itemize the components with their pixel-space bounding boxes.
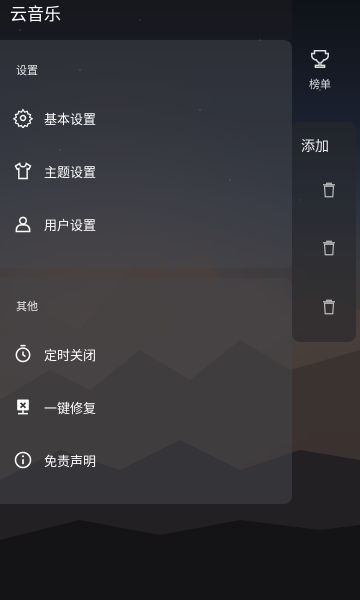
rank-label: 榜单 <box>309 78 331 91</box>
trophy-icon <box>311 50 329 68</box>
menu-item-label: 基本设置 <box>44 112 97 128</box>
navigation-drawer: 设置 基本设置 主题设置 用户设置 其他 定时关闭 一键修复 免责声明 <box>0 40 292 504</box>
timer-icon <box>12 343 34 365</box>
trash-icon[interactable] <box>320 180 338 200</box>
gear-icon <box>12 107 34 129</box>
add-button[interactable]: 添加 <box>301 136 329 156</box>
menu-item-label: 定时关闭 <box>44 348 97 364</box>
menu-item-label: 主题设置 <box>44 165 97 181</box>
menu-item-label: 免责声明 <box>44 454 97 470</box>
menu-item-theme-settings[interactable]: 主题设置 <box>0 151 292 191</box>
menu-item-basic-settings[interactable]: 基本设置 <box>0 98 292 138</box>
trash-icon[interactable] <box>320 297 338 317</box>
tshirt-icon <box>12 160 34 182</box>
info-icon <box>12 449 34 471</box>
trash-icon[interactable] <box>320 238 338 258</box>
menu-item-one-click-repair[interactable]: 一键修复 <box>0 387 292 427</box>
menu-item-disclaimer[interactable]: 免责声明 <box>0 440 292 480</box>
menu-item-user-settings[interactable]: 用户设置 <box>0 204 292 244</box>
menu-item-label: 一键修复 <box>44 401 97 417</box>
user-icon <box>12 213 34 235</box>
other-section: 其他 定时关闭 一键修复 免责声明 <box>0 278 292 504</box>
menu-item-sleep-timer[interactable]: 定时关闭 <box>0 334 292 374</box>
menu-item-label: 用户设置 <box>44 218 97 234</box>
app-header: 云音乐 <box>0 0 292 40</box>
repair-icon <box>12 396 34 418</box>
app-title: 云音乐 <box>10 5 61 25</box>
settings-section: 设置 基本设置 主题设置 用户设置 <box>0 40 292 268</box>
other-section-title: 其他 <box>16 300 38 313</box>
settings-section-title: 设置 <box>16 64 38 77</box>
rank-tab[interactable]: 榜单 <box>300 48 340 92</box>
